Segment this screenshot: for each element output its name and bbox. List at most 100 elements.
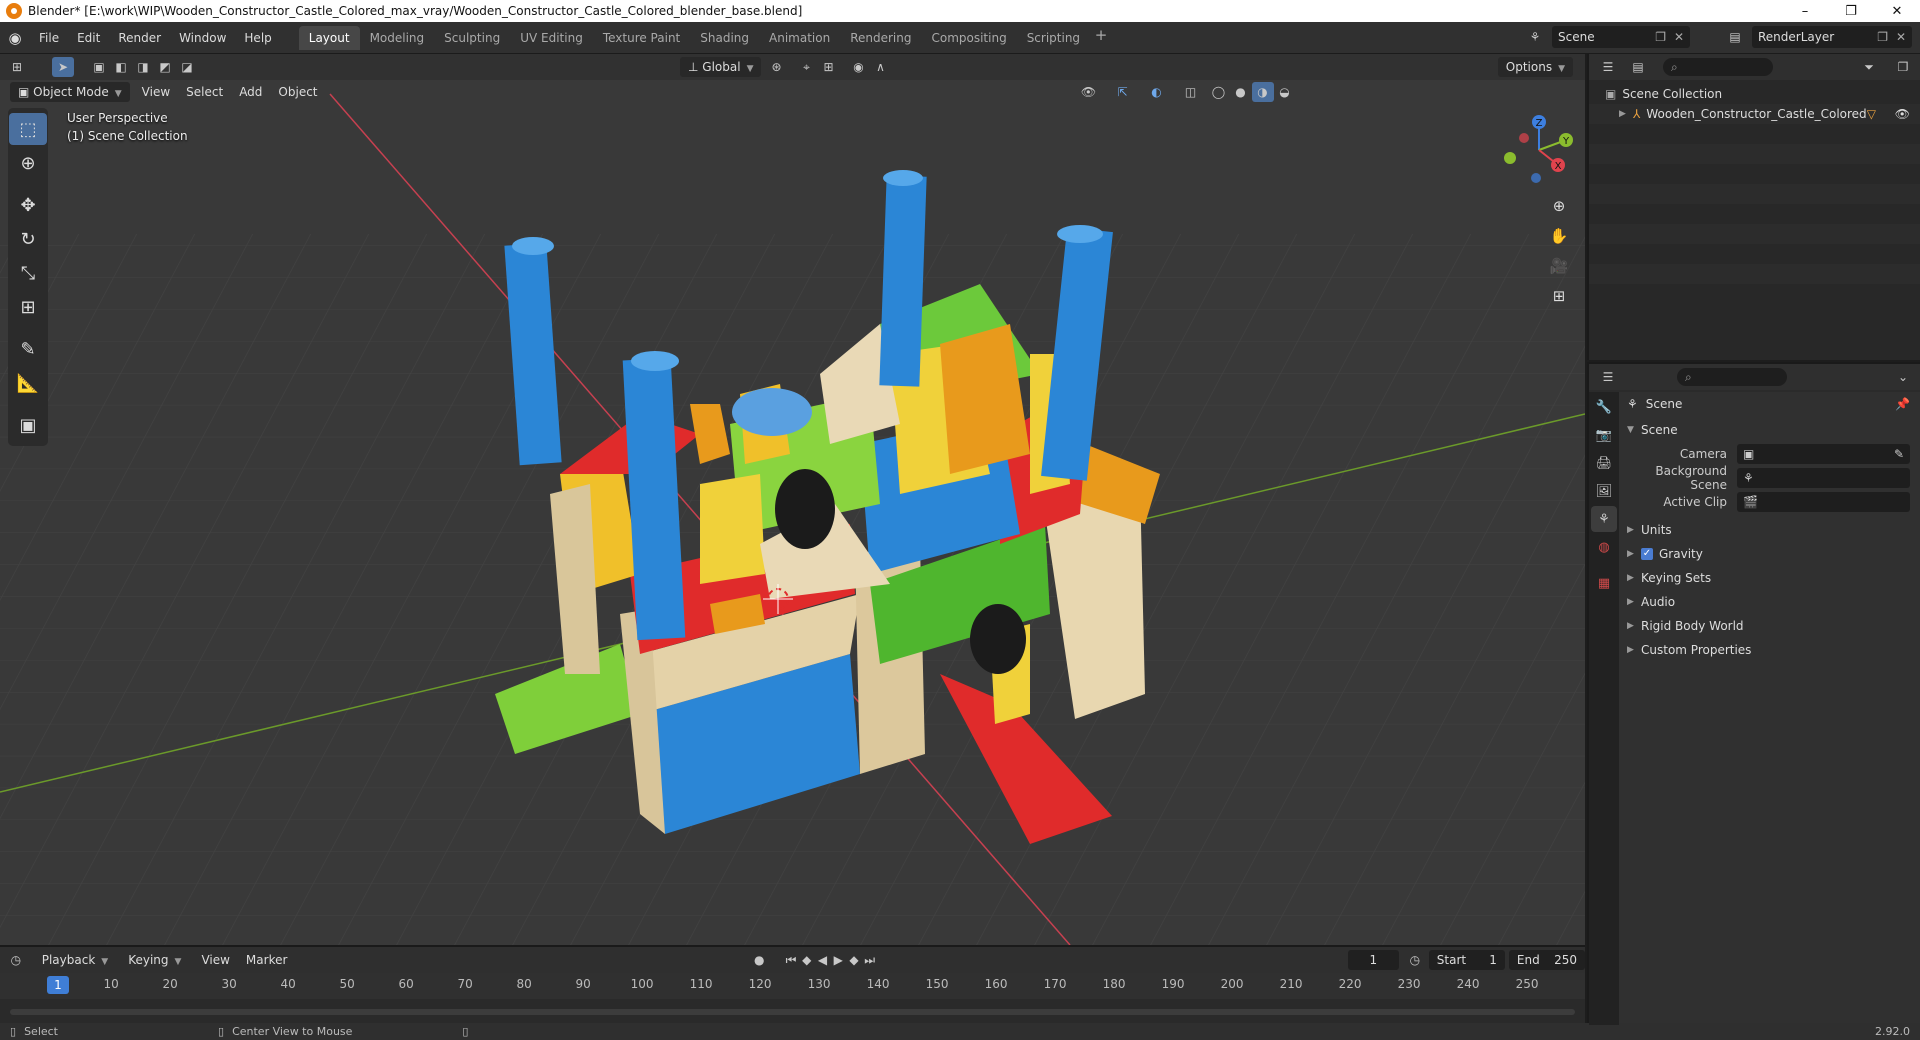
start-frame-field[interactable]: Start 1 [1428, 950, 1505, 970]
scale-tool-icon[interactable]: ⤡ [9, 257, 47, 289]
jump-start-icon[interactable]: ⏮ [783, 950, 799, 970]
outliner-row-object[interactable]: ▶ ⅄ Wooden_Constructor_Castle_Colored ▽ … [1589, 104, 1920, 124]
overlay-toggle-icon[interactable]: ◐ [1146, 82, 1168, 102]
menu-select[interactable]: Select [178, 82, 231, 102]
play-icon[interactable]: ▶ [830, 950, 846, 970]
outliner-editor-type-icon[interactable]: ☰ [1597, 57, 1619, 77]
menu-file[interactable]: File [30, 27, 68, 49]
outliner-search-input[interactable]: ⌕ [1663, 58, 1773, 76]
scene-browse-icon[interactable]: ⚘ [1524, 27, 1546, 47]
options-dropdown[interactable]: Options ▼ [1497, 57, 1573, 77]
new-collection-icon[interactable]: ❐ [1892, 57, 1914, 77]
tab-layout[interactable]: Layout [298, 25, 360, 50]
keying-dropdown[interactable]: Keying ▼ [120, 950, 189, 970]
menu-object[interactable]: Object [270, 82, 325, 102]
keying-sets-panel[interactable]: ▶ Keying Sets [1619, 566, 1920, 590]
scene-panel-header[interactable]: ▼ Scene [1619, 418, 1920, 442]
camera-field[interactable]: ▣ ✎ [1737, 444, 1910, 464]
end-frame-field[interactable]: End 250 [1508, 950, 1585, 970]
tab-rendering[interactable]: Rendering [840, 26, 921, 50]
select-new-icon[interactable]: ▣ [88, 57, 110, 77]
menu-help[interactable]: Help [235, 27, 280, 49]
new-scene-icon[interactable]: ❐ [1655, 30, 1666, 44]
tab-shading[interactable]: Shading [690, 26, 759, 50]
select-subtract-icon[interactable]: ◨ [132, 57, 154, 77]
prev-keyframe-icon[interactable]: ◆ [799, 950, 815, 970]
timeline-scrollbar[interactable] [10, 1009, 1575, 1015]
transform-tool-icon[interactable]: ⊞ [9, 291, 47, 323]
filter-icon[interactable]: ⏷ [1858, 57, 1880, 77]
maximize-button[interactable]: ❐ [1828, 0, 1874, 22]
editor-type-icon[interactable]: ⊞ [6, 57, 28, 77]
snap-icon[interactable]: ⌖ [795, 57, 817, 77]
annotate-tool-icon[interactable]: ✎ [9, 333, 47, 365]
menu-edit[interactable]: Edit [68, 27, 109, 49]
add-cube-tool-icon[interactable]: ▣ [9, 409, 47, 441]
view-layer-tab-icon[interactable]: 🖼 [1591, 478, 1617, 504]
next-keyframe-icon[interactable]: ◆ [846, 950, 862, 970]
record-keyframe-icon[interactable]: ● [751, 950, 767, 970]
frame-ruler[interactable]: 1 10 20 30 40 50 60 70 80 90 100 110 120 130 140 150 16… [0, 973, 1585, 999]
properties-search-input[interactable]: ⌕ [1677, 368, 1787, 386]
current-frame-field[interactable]: 1 [1347, 950, 1400, 970]
gravity-checkbox[interactable]: ✓ [1641, 548, 1653, 560]
select-invert-icon[interactable]: ◩ [154, 57, 176, 77]
tab-uv-editing[interactable]: UV Editing [510, 26, 593, 50]
transform-orientation-dropdown[interactable]: ⊥ Global ▼ [680, 57, 762, 77]
3d-viewport[interactable]: ⊞ ➤ ▣ ◧ ◨ ◩ ◪ ⊥ Global ▼ ⊛ ⌖ ⊞ ◉ ∧ Option… [0, 54, 1585, 945]
render-tab-icon[interactable]: 📷 [1591, 422, 1617, 448]
close-button[interactable]: ✕ [1874, 0, 1920, 22]
view-layer-selector[interactable]: RenderLayer ❐ ✕ [1752, 26, 1912, 48]
outliner-row-scene-collection[interactable]: ▣ Scene Collection [1589, 84, 1920, 104]
select-tool-icon[interactable]: ➤ [52, 57, 74, 77]
output-tab-icon[interactable]: 🖨 [1591, 450, 1617, 476]
menu-view[interactable]: View [134, 82, 178, 102]
tab-sculpting[interactable]: Sculpting [434, 26, 510, 50]
eyedropper-icon[interactable]: ✎ [1894, 447, 1904, 461]
display-mode-icon[interactable]: ▤ [1627, 57, 1649, 77]
menu-window[interactable]: Window [170, 27, 235, 49]
solid-shading-icon[interactable]: ● [1230, 82, 1252, 102]
scene-tab-icon[interactable]: ⚘ [1591, 506, 1617, 532]
select-intersect-icon[interactable]: ◪ [176, 57, 198, 77]
falloff-icon[interactable]: ∧ [869, 57, 891, 77]
tab-animation[interactable]: Animation [759, 26, 840, 50]
tab-scripting[interactable]: Scripting [1017, 26, 1090, 50]
tab-texture-paint[interactable]: Texture Paint [593, 26, 690, 50]
eye-visibility-icon[interactable]: 👁 [1895, 107, 1910, 121]
xray-icon[interactable]: ◫ [1180, 82, 1202, 102]
timeline-marker-menu[interactable]: Marker [238, 950, 295, 970]
tool-tab-icon[interactable]: 🔧 [1591, 394, 1617, 420]
expand-icon[interactable]: ▶ [1619, 109, 1633, 119]
tab-compositing[interactable]: Compositing [921, 26, 1016, 50]
visibility-icon[interactable]: 👁 [1078, 82, 1100, 102]
play-reverse-icon[interactable]: ◀ [815, 950, 831, 970]
jump-end-icon[interactable]: ⏭ [862, 950, 878, 970]
background-scene-field[interactable]: ⚘ [1737, 468, 1910, 488]
move-tool-icon[interactable]: ✥ [9, 189, 47, 221]
world-tab-icon[interactable]: ◍ [1591, 534, 1617, 560]
custom-properties-panel[interactable]: ▶ Custom Properties [1619, 638, 1920, 662]
active-clip-field[interactable]: 🎬 [1737, 492, 1910, 512]
pan-hand-icon[interactable]: ✋ [1545, 222, 1573, 250]
pivot-point-icon[interactable]: ⊛ [765, 57, 787, 77]
tab-modeling[interactable]: Modeling [360, 26, 435, 50]
measure-tool-icon[interactable]: 📐 [9, 367, 47, 399]
menu-add[interactable]: Add [231, 82, 270, 102]
blender-menu-icon[interactable]: ◉ [0, 29, 30, 47]
navigation-gizmo[interactable]: Z Y X [1494, 110, 1584, 190]
playhead[interactable]: 1 [47, 976, 69, 994]
minimize-button[interactable]: – [1782, 0, 1828, 22]
playback-dropdown[interactable]: Playback ▼ [34, 950, 116, 970]
select-box-tool-icon[interactable]: ⬚ [9, 113, 47, 145]
rigid-body-world-panel[interactable]: ▶ Rigid Body World [1619, 614, 1920, 638]
cursor-tool-icon[interactable]: ⊕ [9, 147, 47, 179]
select-extend-icon[interactable]: ◧ [110, 57, 132, 77]
preview-range-icon[interactable]: ◷ [1407, 950, 1423, 970]
timeline-editor-type-icon[interactable]: ◷ [8, 950, 24, 970]
add-workspace-icon[interactable]: + [1090, 26, 1112, 50]
gravity-panel[interactable]: ▶ ✓ Gravity [1619, 542, 1920, 566]
material-shading-icon[interactable]: ◑ [1251, 82, 1274, 102]
properties-editor-type-icon[interactable]: ☰ [1597, 367, 1619, 387]
menu-render[interactable]: Render [109, 27, 170, 49]
